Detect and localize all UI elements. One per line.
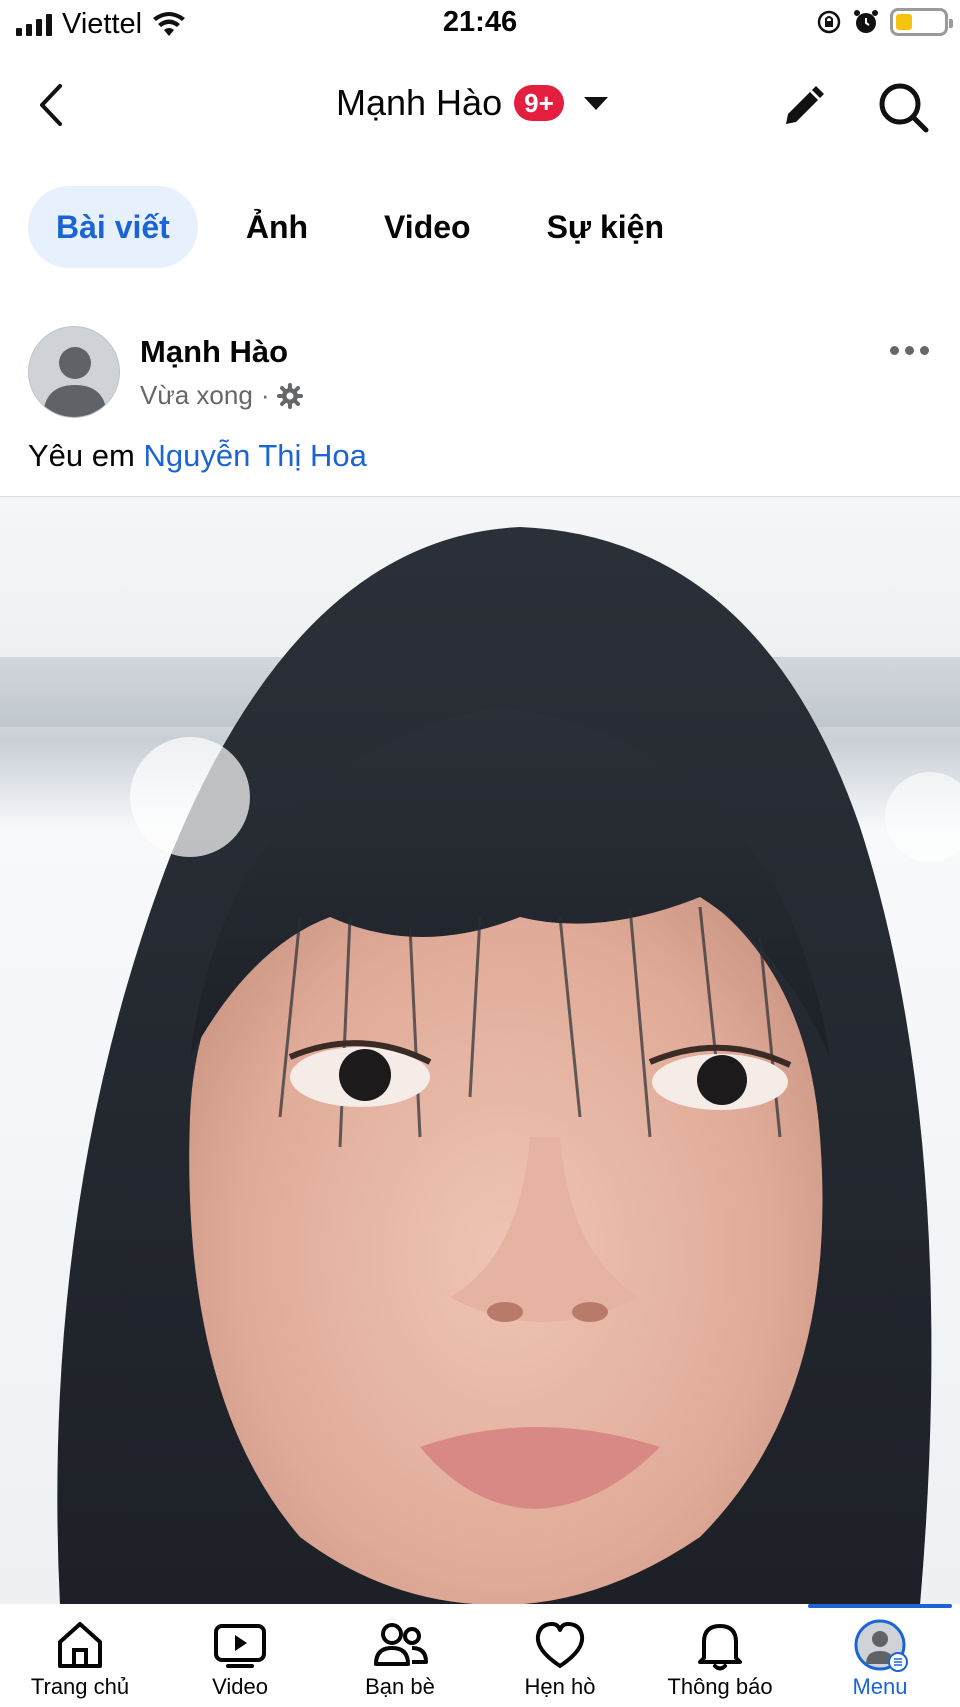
home-icon xyxy=(58,1622,102,1668)
nav-menu[interactable]: Menu xyxy=(800,1604,960,1707)
nav-dating[interactable]: Hẹn hò xyxy=(480,1604,640,1707)
rotation-lock-icon xyxy=(817,10,841,34)
page-title: Mạnh Hào xyxy=(336,82,503,123)
back-chevron-icon xyxy=(40,84,62,126)
tagged-person-link[interactable]: Nguyễn Thị Hoa xyxy=(143,438,366,473)
back-button[interactable] xyxy=(30,80,80,130)
profile-title-dropdown[interactable]: Mạnh Hào 9+ xyxy=(336,82,608,124)
battery-icon xyxy=(890,8,953,36)
search-icon xyxy=(879,83,929,133)
gear-icon[interactable] xyxy=(277,382,304,409)
alarm-icon xyxy=(854,10,878,33)
menu-avatar-icon xyxy=(854,1619,908,1672)
tab-posts[interactable]: Bài viết xyxy=(28,186,198,268)
post-caption: Yêu em Nguyễn Thị Hoa xyxy=(28,438,367,474)
nav-label: Trang chủ xyxy=(30,1674,130,1699)
nav-video[interactable]: Video xyxy=(160,1604,320,1707)
search-button[interactable] xyxy=(876,80,932,136)
video-icon xyxy=(214,1624,266,1668)
post-time[interactable]: Vừa xong xyxy=(140,380,253,411)
profile-tabs: Bài viết Ảnh Video Sự kiện xyxy=(28,186,712,268)
pencil-icon xyxy=(786,86,824,124)
caret-down-icon xyxy=(583,96,608,110)
nav-label: Thông báo xyxy=(667,1674,773,1699)
post-photo[interactable] xyxy=(0,496,960,1604)
bell-icon xyxy=(698,1624,742,1671)
selfie-photo xyxy=(0,497,960,1604)
tab-photos[interactable]: Ảnh xyxy=(218,186,336,268)
tab-videos[interactable]: Video xyxy=(356,186,499,268)
default-avatar-icon xyxy=(43,347,107,417)
post-author[interactable]: Mạnh Hào xyxy=(140,334,288,370)
bottom-navigation: Trang chủ Video Bạn bè Hẹn hò Thông báo xyxy=(0,1604,960,1707)
status-bar: Viettel 21:46 xyxy=(0,0,960,50)
friends-icon xyxy=(374,1623,428,1666)
battery-level xyxy=(896,14,913,30)
author-avatar[interactable] xyxy=(28,326,120,418)
more-dot-icon xyxy=(905,345,914,355)
nav-label: Menu xyxy=(852,1674,908,1699)
status-right xyxy=(816,8,953,36)
top-header: Mạnh Hào 9+ xyxy=(0,60,960,150)
caption-text: Yêu em xyxy=(28,438,144,473)
nav-label: Video xyxy=(212,1674,268,1699)
post-meta: Vừa xong · xyxy=(140,380,304,411)
post-header: Mạnh Hào Vừa xong · xyxy=(28,326,958,422)
dating-heart-icon xyxy=(535,1622,585,1668)
more-options-button[interactable] xyxy=(890,340,934,360)
meta-separator: · xyxy=(260,380,270,410)
nav-home[interactable]: Trang chủ xyxy=(0,1604,160,1707)
more-dot-icon xyxy=(920,345,929,355)
active-indicator xyxy=(808,1604,952,1608)
nav-label: Hẹn hò xyxy=(524,1674,596,1699)
nav-notifications[interactable]: Thông báo xyxy=(640,1604,800,1707)
more-dot-icon xyxy=(890,345,899,355)
notification-badge: 9+ xyxy=(514,85,564,121)
edit-button[interactable] xyxy=(778,82,828,132)
nav-label: Bạn bè xyxy=(365,1674,435,1699)
tab-events[interactable]: Sự kiện xyxy=(519,186,692,268)
nav-friends[interactable]: Bạn bè xyxy=(320,1604,480,1707)
